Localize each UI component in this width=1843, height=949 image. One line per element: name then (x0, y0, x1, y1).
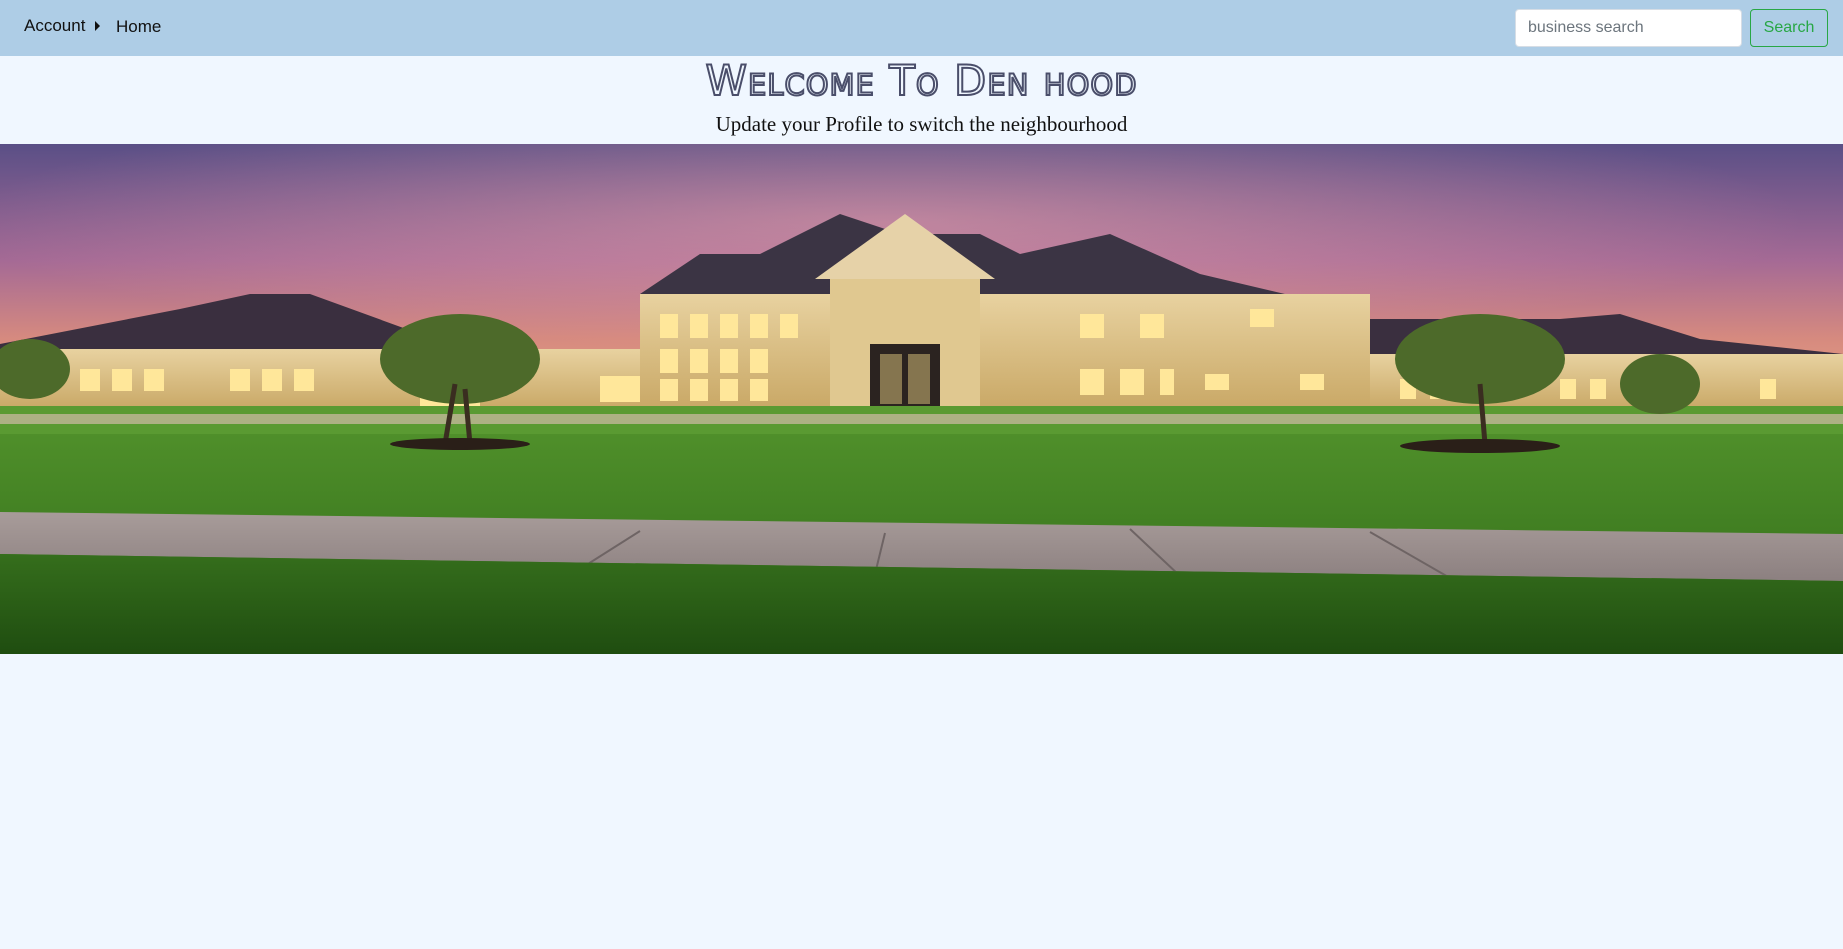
account-dropdown[interactable]: Account (24, 16, 101, 36)
caret-right-icon (95, 21, 101, 31)
search-button[interactable]: Search (1750, 9, 1828, 47)
account-label: Account (24, 16, 86, 35)
home-link[interactable]: Home (116, 17, 161, 37)
navbar: Account Home Search (0, 0, 1843, 56)
page-subtitle: Update your Profile to switch the neighb… (715, 112, 1128, 136)
page-title: Welcome To Den hood (704, 55, 1138, 106)
business-search-input[interactable] (1515, 9, 1742, 47)
hero-image (0, 144, 1843, 654)
